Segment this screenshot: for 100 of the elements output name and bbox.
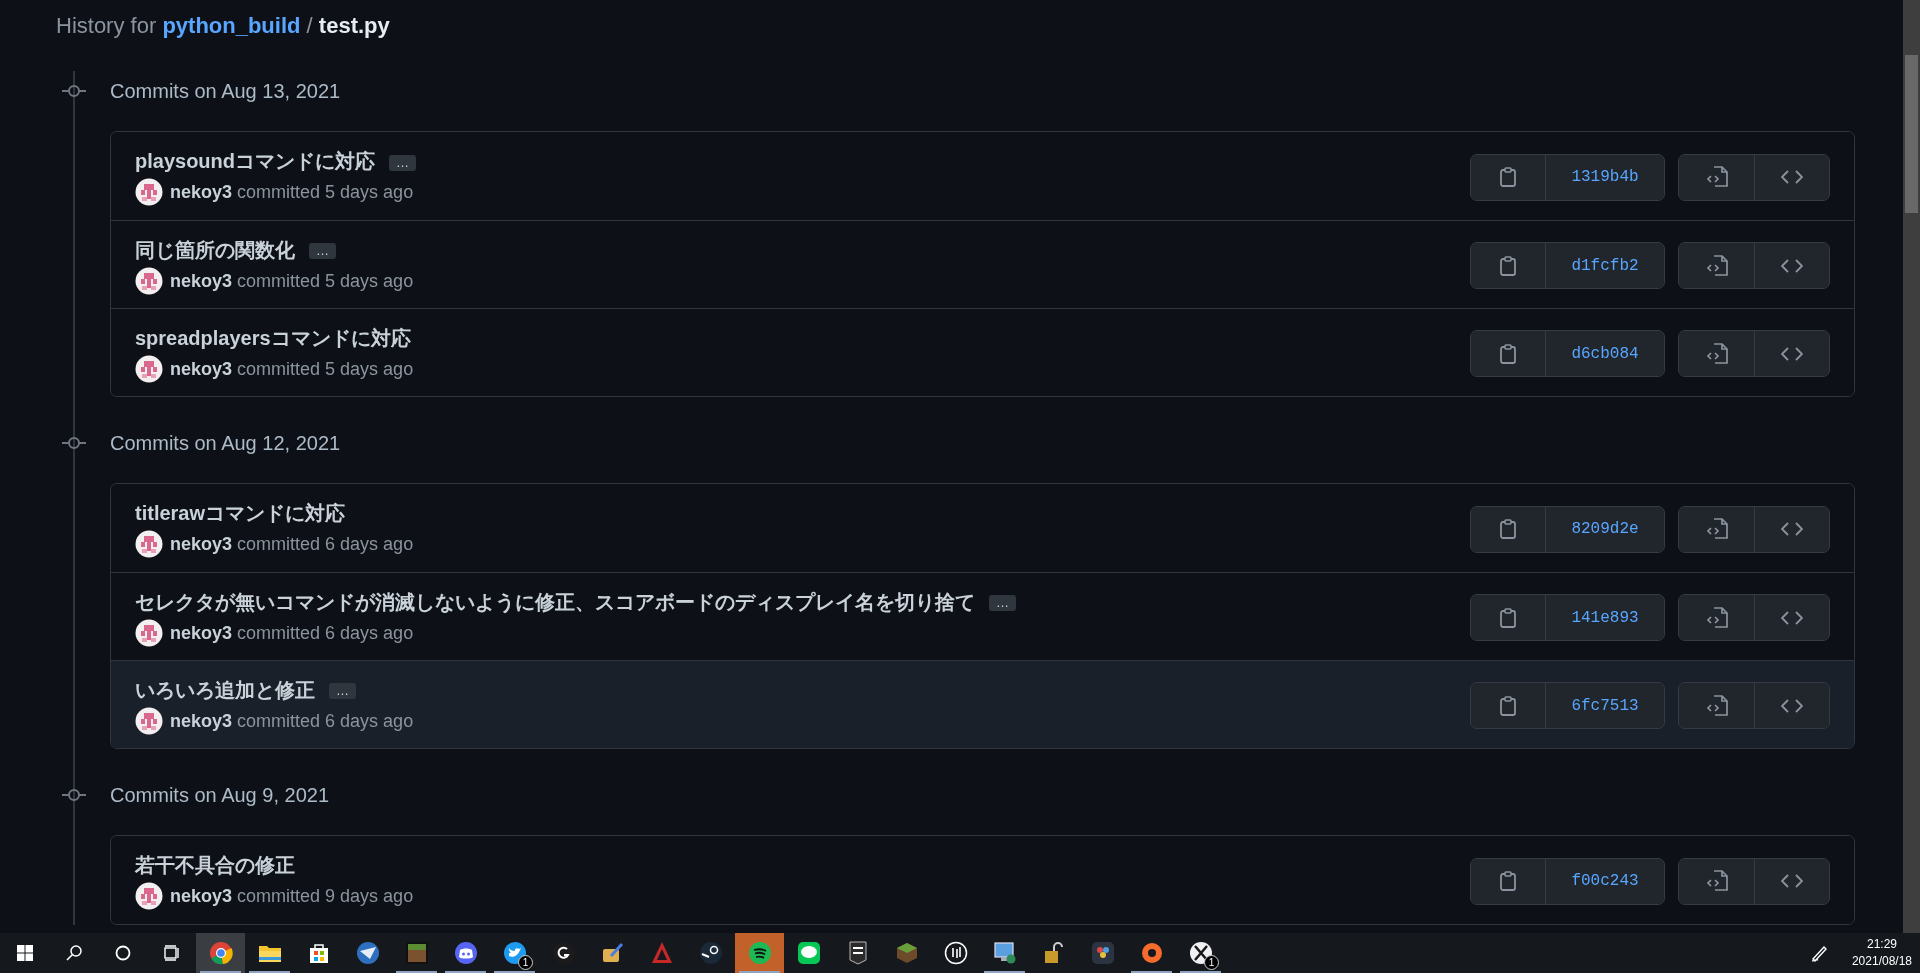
chat-bubble-icon <box>796 941 821 965</box>
commit-node-icon <box>62 786 86 804</box>
notification-badge: 1 <box>518 955 533 970</box>
app-icon <box>747 941 772 965</box>
author-link[interactable]: nekoy3 <box>170 353 233 384</box>
app-icon <box>943 941 968 965</box>
expand-button[interactable]: … <box>989 595 1016 612</box>
taskbar-button[interactable]: 1 <box>1176 933 1225 973</box>
scrollbar-thumb[interactable] <box>1905 55 1918 213</box>
author-link[interactable]: nekoy3 <box>170 705 233 736</box>
expand-button[interactable]: … <box>329 683 356 700</box>
running-indicator <box>445 971 486 973</box>
taskbar-button[interactable]: 1 <box>490 933 539 973</box>
browse-code-button[interactable] <box>1754 243 1829 288</box>
search-icon <box>65 945 82 961</box>
file-code-icon <box>1705 694 1728 717</box>
commit-time-text: committed 5 days ago <box>237 357 414 381</box>
commit-title-link[interactable]: spreadplayersコマンドに対応 <box>135 326 411 349</box>
file-code-icon <box>1705 518 1728 540</box>
commit-time-text: committed 9 days ago <box>237 885 414 908</box>
clock-date: 2021/08/18 <box>1851 953 1912 970</box>
app-icon <box>208 941 233 965</box>
clipboard-icon <box>1500 519 1516 539</box>
task-view-icon <box>163 945 180 961</box>
scrollbar[interactable] <box>1903 0 1920 933</box>
avatar-icon <box>135 618 163 647</box>
commit-time-text: committed 6 days ago <box>237 621 414 645</box>
taskbar-button[interactable] <box>196 933 245 973</box>
commit-row[interactable]: 若干不具合の修正 nekoy3 committed 9 days ago f00c243 <box>111 836 1854 924</box>
browse-code-button[interactable] <box>1754 683 1829 728</box>
app-icon <box>1139 941 1164 965</box>
commit-sha-link[interactable]: f00c243 <box>1545 858 1664 904</box>
running-indicator <box>1180 971 1221 973</box>
code-icon <box>1781 609 1803 626</box>
commit-sha-link[interactable]: d6cb084 <box>1545 331 1664 376</box>
clock[interactable]: 21:29 2021/08/18 <box>1843 933 1920 973</box>
history-for-text: History for <box>56 13 157 38</box>
triangle-icon <box>649 941 674 965</box>
author-link[interactable]: nekoy3 <box>170 617 233 648</box>
clipboard-icon <box>1500 343 1516 364</box>
commit-time-text: committed 5 days ago <box>237 181 414 204</box>
app-icon <box>551 941 576 965</box>
circle-icon <box>114 945 131 961</box>
commit-title-link[interactable]: titlerawコマンドに対応 <box>135 502 346 524</box>
app-icon <box>1090 941 1115 965</box>
app-icon <box>1188 941 1213 965</box>
date-heading: Commits on Aug 9, 2021 <box>110 784 329 806</box>
commit-time-text: committed 6 days ago <box>237 709 414 733</box>
running-indicator <box>396 971 437 973</box>
commit-node-icon <box>62 434 86 452</box>
commit-sha-link[interactable]: 6fc7513 <box>1545 683 1664 728</box>
running-indicator <box>200 971 241 973</box>
author-link[interactable]: nekoy3 <box>170 177 233 207</box>
app-icon <box>698 941 723 965</box>
pen-icon <box>600 941 625 965</box>
commit-sha-link[interactable]: 141e893 <box>1545 595 1664 640</box>
code-icon <box>1781 169 1803 185</box>
author-link[interactable]: nekoy3 <box>170 529 233 559</box>
code-icon <box>1781 521 1803 537</box>
app-icon <box>355 941 380 965</box>
clipboard-icon <box>1500 255 1516 276</box>
path-separator: / <box>306 13 313 38</box>
windows-logo-icon <box>16 945 33 961</box>
avatar-icon <box>135 882 163 910</box>
code-icon <box>1781 697 1803 714</box>
running-indicator <box>1131 971 1172 973</box>
commit-title-link[interactable]: いろいろ追加と修正 <box>135 678 315 701</box>
commit-row[interactable]: spreadplayersコマンドに対応 nekoy3 committed 5 days ago d6cb084 <box>111 308 1854 396</box>
clipboard-icon <box>1500 607 1516 628</box>
commit-title-link[interactable]: 若干不具合の修正 <box>135 854 295 876</box>
avatar-icon <box>135 354 163 383</box>
date-heading: Commits on Aug 13, 2021 <box>110 80 341 102</box>
clipboard-icon <box>1500 871 1516 891</box>
commit-title-link[interactable]: セレクタが無いコマンドが消滅しないように修正、スコアボードのディスプレイ名を切り捨て <box>135 590 975 613</box>
code-icon <box>1781 873 1803 889</box>
pen-icon <box>1810 944 1829 962</box>
file-code-icon <box>1705 342 1728 365</box>
browse-code-button[interactable] <box>1754 595 1829 640</box>
repo-link[interactable]: python_build <box>162 13 301 38</box>
commit-title-link[interactable]: playsoundコマンドに対応 <box>135 150 375 172</box>
clipboard-icon <box>1500 695 1516 716</box>
commit-sha-link[interactable]: 1319b4b <box>1545 154 1664 200</box>
file-code-icon <box>1705 166 1728 188</box>
commit-title-link[interactable]: 同じ箇所の関数化 <box>135 238 295 261</box>
browse-code-button[interactable] <box>1754 331 1829 376</box>
commit-sha-link[interactable]: d1fcfb2 <box>1545 243 1664 288</box>
commit-row[interactable]: いろいろ追加と修正 … nekoy3 committed 6 days ago 6fc7513 <box>111 660 1854 748</box>
author-link[interactable]: nekoy3 <box>170 881 233 911</box>
cube-icon <box>894 941 919 965</box>
avatar-icon <box>135 266 163 295</box>
code-icon <box>1781 257 1803 274</box>
commit-sha-link[interactable]: 8209d2e <box>1545 506 1664 552</box>
bird-icon <box>502 941 527 965</box>
file-name: test.py <box>318 13 390 38</box>
expand-button[interactable]: … <box>309 243 336 260</box>
expand-button[interactable]: … <box>389 154 416 171</box>
running-indicator <box>249 971 290 973</box>
grass-block-icon <box>404 941 429 965</box>
author-link[interactable]: nekoy3 <box>170 265 233 296</box>
running-indicator <box>739 971 780 973</box>
